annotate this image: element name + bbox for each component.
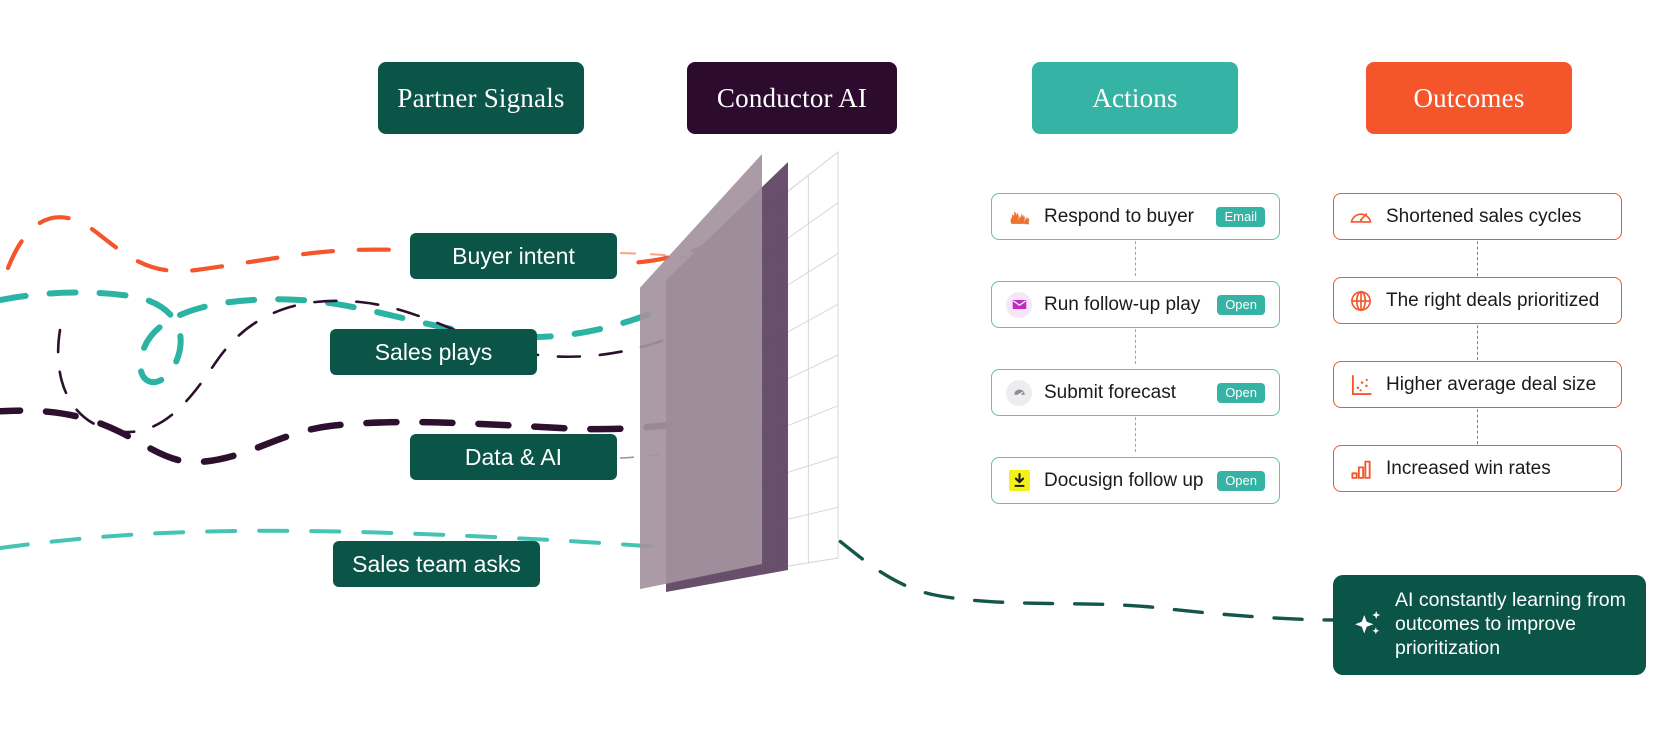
signal-pill-sales-plays[interactable]: Sales plays <box>330 329 537 375</box>
action-badge[interactable]: Open <box>1217 294 1265 315</box>
signal-pill-sales-team-asks[interactable]: Sales team asks <box>333 541 540 587</box>
action-connector-3 <box>1135 412 1136 452</box>
gauge-icon <box>1006 379 1032 406</box>
action-card-run-follow-up-play[interactable]: Run follow-up play Open <box>991 281 1280 328</box>
action-badge[interactable]: Open <box>1217 382 1265 403</box>
learning-line-3: prioritization <box>1395 636 1501 659</box>
outcome-connector-3 <box>1477 404 1478 444</box>
speedometer-icon <box>1348 204 1374 230</box>
outcome-connector-2 <box>1477 320 1478 360</box>
envelope-icon <box>1006 291 1032 318</box>
outcome-card-shortened-sales-cycles[interactable]: Shortened sales cycles <box>1333 193 1622 240</box>
action-label: Docusign follow up <box>1044 469 1204 491</box>
action-label: Respond to buyer <box>1044 205 1194 227</box>
outcome-label: Increased win rates <box>1386 457 1551 479</box>
action-connector-2 <box>1135 324 1136 364</box>
signal-label: Data & AI <box>464 443 563 470</box>
action-label: Submit forecast <box>1044 381 1176 403</box>
docusign-icon <box>1006 468 1032 494</box>
outcome-card-higher-average-deal-size[interactable]: Higher average deal size <box>1333 361 1622 408</box>
signal-pill-buyer-intent[interactable]: Buyer intent <box>410 233 617 279</box>
learning-line-1: AI constantly learning from <box>1395 589 1626 612</box>
sparkle-icon <box>1349 606 1389 644</box>
target-globe-icon <box>1348 288 1374 314</box>
outcome-card-increased-win-rates[interactable]: Increased win rates <box>1333 445 1622 492</box>
signal-pill-data-and-ai[interactable]: Data & AI <box>410 434 617 480</box>
front-plane <box>640 154 762 590</box>
ai-learning-callout: AI constantly learning from outcomes to … <box>1333 575 1646 675</box>
signal-label: Buyer intent <box>452 242 575 269</box>
signal-label: Sales plays <box>374 338 493 365</box>
bar-chart-icon <box>1348 456 1374 482</box>
action-card-docusign-follow-up[interactable]: Docusign follow up Open <box>991 457 1280 504</box>
conductor-ai-layers <box>640 150 839 592</box>
outcome-label: The right deals prioritized <box>1386 289 1600 311</box>
signal-label: Sales team asks <box>352 550 521 577</box>
action-badge[interactable]: Email <box>1216 206 1265 227</box>
outcome-label: Shortened sales cycles <box>1386 205 1582 227</box>
action-connector-1 <box>1135 236 1136 276</box>
action-label: Run follow-up play <box>1044 293 1201 315</box>
outcome-card-right-deals-prioritized[interactable]: The right deals prioritized <box>1333 277 1622 324</box>
outcome-label: Higher average deal size <box>1386 373 1597 395</box>
diagram-canvas: Partner Signals Conductor AI Actions Out… <box>0 0 1657 746</box>
flame-icon <box>1006 204 1032 230</box>
scatter-chart-icon <box>1348 372 1374 398</box>
ai-learning-text: AI constantly learning from outcomes to … <box>1395 589 1626 660</box>
action-card-respond-to-buyer[interactable]: Respond to buyer Email <box>991 193 1280 240</box>
outcome-connector-1 <box>1477 236 1478 276</box>
action-card-submit-forecast[interactable]: Submit forecast Open <box>991 369 1280 416</box>
action-badge[interactable]: Open <box>1217 470 1265 491</box>
learning-line-2: outcomes to improve <box>1395 613 1576 636</box>
